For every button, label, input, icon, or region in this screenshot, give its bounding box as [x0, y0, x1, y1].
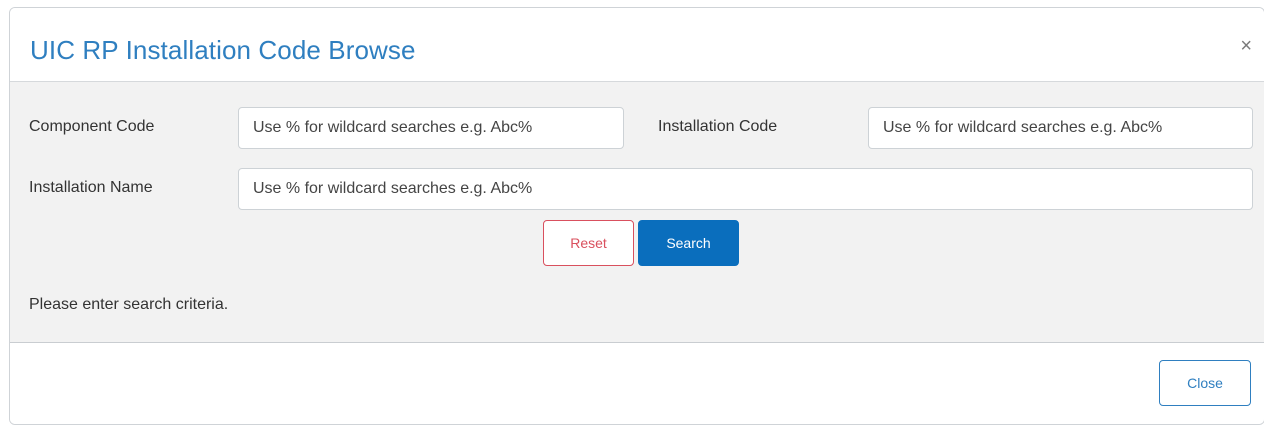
installation-code-input[interactable] [868, 107, 1253, 149]
dialog-title: UIC RP Installation Code Browse [30, 35, 416, 65]
reset-button[interactable]: Reset [543, 220, 634, 266]
installation-name-label: Installation Name [29, 179, 153, 196]
component-code-input[interactable] [238, 107, 624, 149]
installation-code-label: Installation Code [658, 118, 778, 135]
dialog-header: UIC RP Installation Code Browse × [10, 8, 1264, 82]
search-button[interactable]: Search [638, 220, 739, 266]
installation-name-input[interactable] [238, 168, 1253, 210]
installation-code-browse-dialog: UIC RP Installation Code Browse × Compon… [9, 7, 1264, 425]
close-button[interactable]: Close [1159, 360, 1251, 406]
component-code-label: Component Code [29, 118, 155, 135]
close-icon[interactable]: × [1240, 36, 1252, 56]
search-form: Component Code Installation Code Install… [10, 82, 1264, 343]
status-message: Please enter search criteria. [29, 296, 229, 313]
dialog-footer: Close [10, 343, 1264, 424]
